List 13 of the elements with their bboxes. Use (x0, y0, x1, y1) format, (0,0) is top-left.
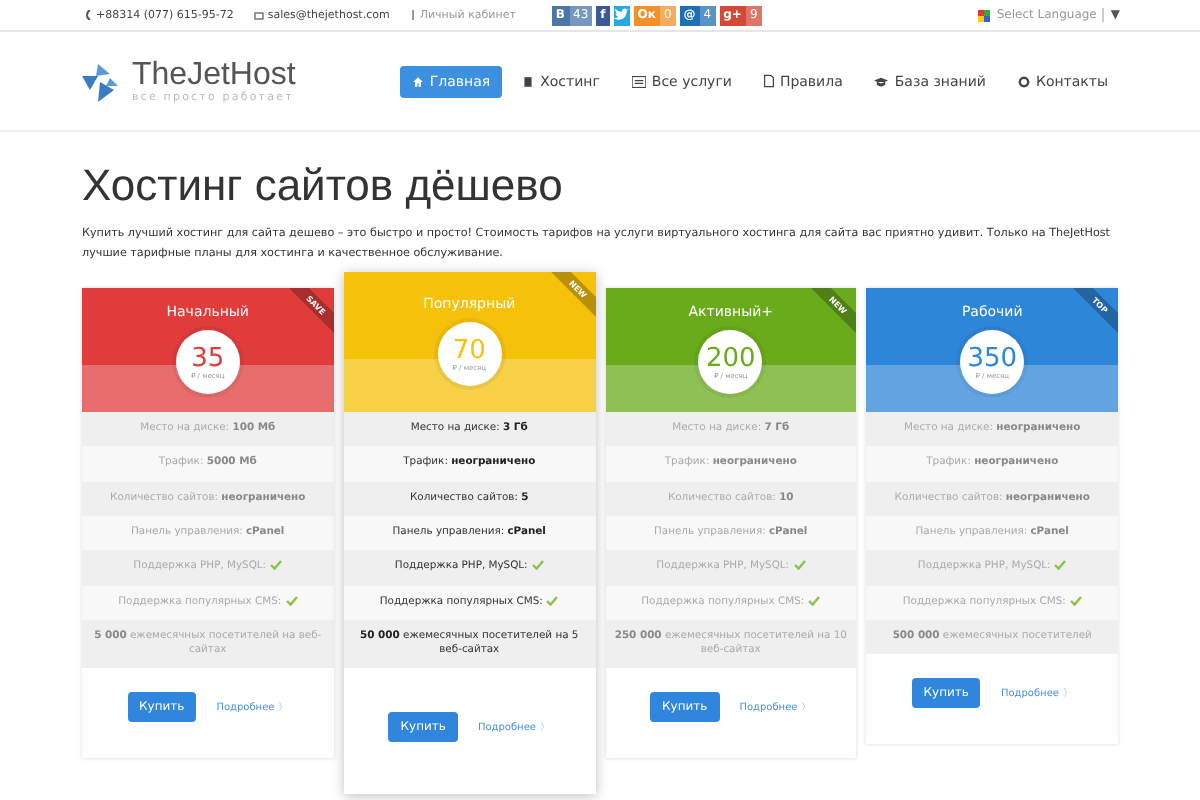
envelope-icon (253, 11, 264, 19)
list-icon (631, 75, 646, 87)
plan-price: 35 (191, 345, 225, 372)
page-title: Хостинг сайтов дёшево (82, 160, 565, 212)
graduation-cap-icon (874, 75, 889, 87)
home-icon (411, 75, 424, 87)
social-share-button[interactable] (613, 5, 630, 25)
logo-text: TheJetHost (132, 59, 296, 91)
bird-icon (613, 8, 630, 22)
plan-price: 350 (967, 345, 1018, 372)
plan-price: 70 (452, 337, 486, 364)
document-icon (763, 74, 774, 88)
plan-price: 200 (705, 345, 756, 372)
